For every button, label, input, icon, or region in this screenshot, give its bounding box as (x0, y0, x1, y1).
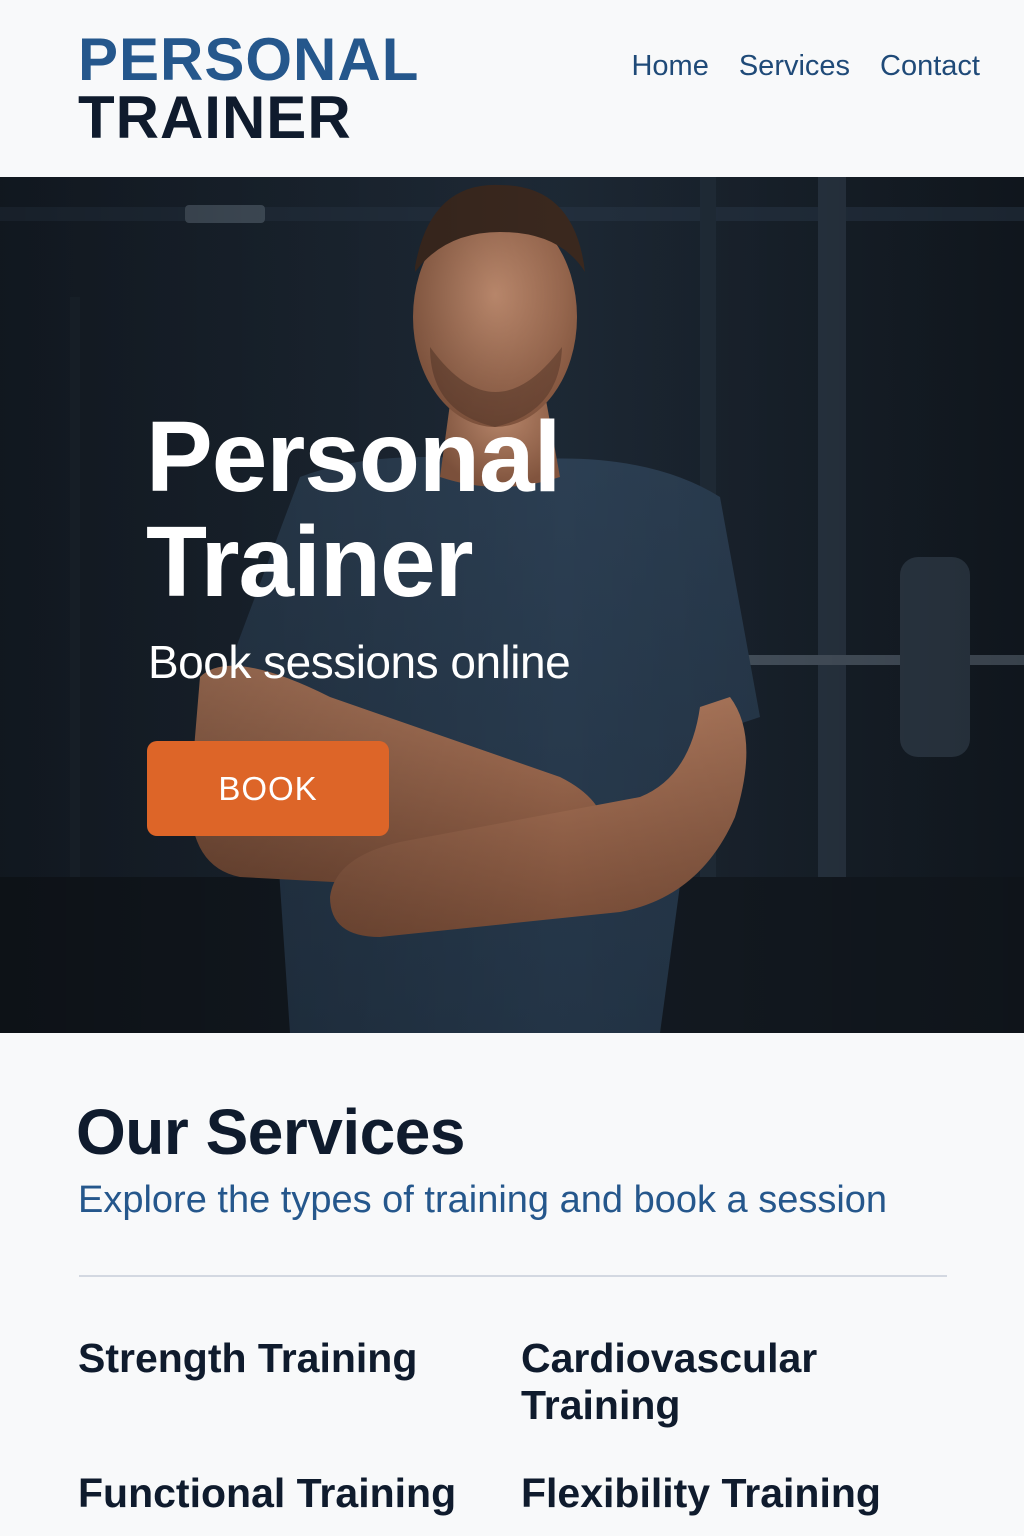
service-item-cardiovascular[interactable]: Cardiovascular Training (521, 1335, 941, 1429)
main-nav: Home Services Contact (631, 50, 980, 83)
book-button[interactable]: BOOK (147, 741, 389, 836)
logo-line-personal: PERSONAL (78, 26, 420, 93)
hero-section: Personal Trainer Book sessions online BO… (0, 177, 1024, 1033)
services-section: Our Services Explore the types of traini… (0, 1033, 1024, 1536)
nav-contact-link[interactable]: Contact (880, 50, 980, 83)
services-divider (79, 1275, 947, 1277)
service-item-functional[interactable]: Functional Training (78, 1470, 498, 1517)
service-item-flexibility[interactable]: Flexibility Training (521, 1470, 941, 1517)
logo[interactable]: PERSONAL TRAINER (78, 30, 419, 148)
nav-services-link[interactable]: Services (739, 50, 850, 83)
logo-line-trainer: TRAINER (78, 84, 352, 151)
nav-home-link[interactable]: Home (631, 50, 708, 83)
hero-title-line2: Trainer (146, 506, 474, 618)
services-title: Our Services (76, 1096, 465, 1168)
services-subtitle: Explore the types of training and book a… (78, 1179, 888, 1221)
hero-title: Personal Trainer (146, 401, 561, 618)
hero-title-line1: Personal (146, 401, 561, 513)
site-header: PERSONAL TRAINER Home Services Contact (0, 0, 1024, 177)
service-item-strength[interactable]: Strength Training (78, 1335, 498, 1382)
hero-subtitle: Book sessions online (148, 636, 571, 688)
